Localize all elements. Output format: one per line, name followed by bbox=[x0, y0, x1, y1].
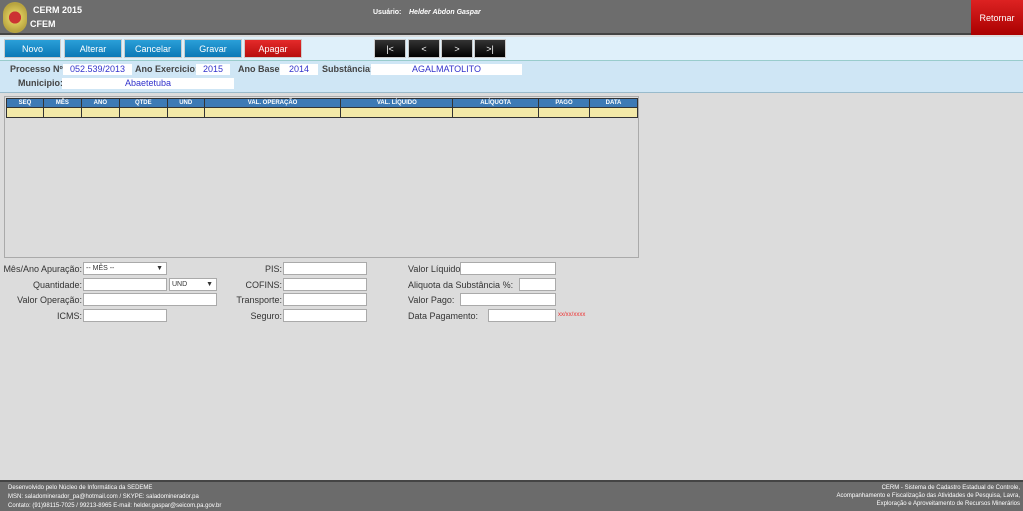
col-val-liquido[interactable]: VAL. LÍQUIDO bbox=[340, 98, 454, 108]
col-aliquota[interactable]: ALÍQUOTA bbox=[452, 98, 540, 108]
user-label: Usuário: bbox=[373, 9, 402, 16]
transporte-label: Transporte: bbox=[236, 295, 282, 305]
aliquota-label: Aliquota da Substância %: bbox=[408, 280, 514, 290]
valor-pago-label: Valor Pago: bbox=[408, 295, 455, 305]
municipio-label: Municipio: bbox=[18, 78, 63, 88]
footer: Desenvolvido pelo Núcleo de Informática … bbox=[0, 480, 1023, 511]
ano-base-value: 2014 bbox=[280, 64, 318, 75]
pis-label: PIS: bbox=[264, 264, 282, 274]
valor-liquido-label: Valor Líquido: bbox=[408, 264, 463, 274]
processo-label: Processo Nº: bbox=[10, 64, 66, 74]
municipio-value: Abaetetuba bbox=[62, 78, 234, 89]
next-record-button[interactable]: > bbox=[441, 39, 473, 58]
records-table: SEQ MÊS ANO QTDE UND VAL. OPERAÇÃO VAL. … bbox=[6, 98, 638, 118]
data-pagamento-input[interactable] bbox=[488, 309, 556, 322]
last-record-button[interactable]: >| bbox=[474, 39, 506, 58]
first-record-button[interactable]: |< bbox=[374, 39, 406, 58]
footer-system-line-1: CERM - Sistema de Cadastro Estadual de C… bbox=[881, 485, 1020, 491]
footer-system-line-2: Acompanhamento e Fiscalização das Ativid… bbox=[836, 493, 1020, 499]
col-val-operacao[interactable]: VAL. OPERAÇÃO bbox=[203, 98, 342, 108]
icms-input[interactable] bbox=[83, 309, 167, 322]
cofins-label: COFINS: bbox=[245, 280, 282, 290]
gravar-button[interactable]: Gravar bbox=[184, 39, 242, 58]
col-pago[interactable]: PAGO bbox=[538, 98, 590, 108]
valor-liquido-input[interactable] bbox=[460, 262, 556, 275]
valor-operacao-input[interactable] bbox=[83, 293, 217, 306]
valor-operacao-label: Valor Operação: bbox=[17, 295, 82, 305]
footer-msn-text: MSN: saladominerador_pa@hotmail.com / SK… bbox=[8, 494, 199, 500]
seguro-input[interactable] bbox=[283, 309, 367, 322]
col-ano[interactable]: ANO bbox=[80, 98, 120, 108]
quantidade-label: Quantidade: bbox=[32, 280, 82, 290]
user-name: Helder Abdon Gaspar bbox=[409, 9, 481, 16]
footer-dev-text: Desenvolvido pelo Núcleo de Informática … bbox=[8, 485, 153, 491]
apagar-button[interactable]: Apagar bbox=[244, 39, 302, 58]
aliquota-input[interactable] bbox=[519, 278, 556, 291]
logo-emblem bbox=[3, 2, 27, 33]
app-title: CERM 2015 bbox=[33, 5, 83, 15]
cancelar-button[interactable]: Cancelar bbox=[124, 39, 182, 58]
seguro-label: Seguro: bbox=[250, 311, 282, 321]
ano-exercicio-label: Ano Exercicio: bbox=[135, 64, 199, 74]
transporte-input[interactable] bbox=[283, 293, 367, 306]
und-select-value: UND bbox=[172, 281, 188, 288]
process-info: Processo Nº: 052.539/2013 Ano Exercicio:… bbox=[0, 61, 1023, 93]
records-grid: SEQ MÊS ANO QTDE UND VAL. OPERAÇÃO VAL. … bbox=[4, 96, 639, 258]
ano-exercicio-value: 2015 bbox=[196, 64, 230, 75]
ano-base-label: Ano Base: bbox=[238, 64, 283, 74]
substancia-value: AGALMATOLITO bbox=[371, 64, 522, 75]
footer-contact-text: Contato: (91)98115-7025 / 99213-8965 E-m… bbox=[8, 503, 222, 509]
dropdown-arrow-icon: ▼ bbox=[156, 265, 163, 272]
header: CERM 2015 CFEM Usuário: Helder Abdon Gas… bbox=[0, 0, 1023, 35]
data-pagamento-label: Data Pagamento: bbox=[408, 311, 479, 321]
col-seq[interactable]: SEQ bbox=[6, 98, 44, 108]
mes-select[interactable]: -- MÊS -- ▼ bbox=[83, 262, 167, 275]
table-row[interactable] bbox=[6, 107, 638, 118]
footer-left: Desenvolvido pelo Núcleo de Informática … bbox=[8, 484, 221, 511]
col-data[interactable]: DATA bbox=[589, 98, 638, 108]
pis-input[interactable] bbox=[283, 262, 367, 275]
quantidade-input[interactable] bbox=[83, 278, 167, 291]
mes-select-value: -- MÊS -- bbox=[86, 265, 115, 272]
app-subtitle: CFEM bbox=[30, 19, 56, 29]
processo-value: 052.539/2013 bbox=[63, 64, 132, 75]
col-und[interactable]: UND bbox=[166, 98, 205, 108]
date-format-hint: xx/xx/xxxx bbox=[558, 312, 586, 318]
col-qtde[interactable]: QTDE bbox=[118, 98, 168, 108]
retornar-button[interactable]: Retornar bbox=[971, 0, 1023, 35]
prev-record-button[interactable]: < bbox=[408, 39, 440, 58]
toolbar: Novo Alterar Cancelar Gravar Apagar |< <… bbox=[0, 37, 1023, 61]
footer-system-line-3: Exploração e Aproveitamento de Recursos … bbox=[876, 501, 1020, 507]
icms-label: ICMS: bbox=[56, 311, 82, 321]
valor-pago-input[interactable] bbox=[460, 293, 556, 306]
alterar-button[interactable]: Alterar bbox=[64, 39, 122, 58]
footer-right: CERM - Sistema de Cadastro Estadual de C… bbox=[837, 484, 1020, 508]
mes-ano-label: Mês/Ano Apuração: bbox=[3, 264, 82, 274]
col-mes[interactable]: MÊS bbox=[42, 98, 82, 108]
novo-button[interactable]: Novo bbox=[4, 39, 61, 58]
substancia-label: Substância: bbox=[322, 64, 374, 74]
cofins-input[interactable] bbox=[283, 278, 367, 291]
